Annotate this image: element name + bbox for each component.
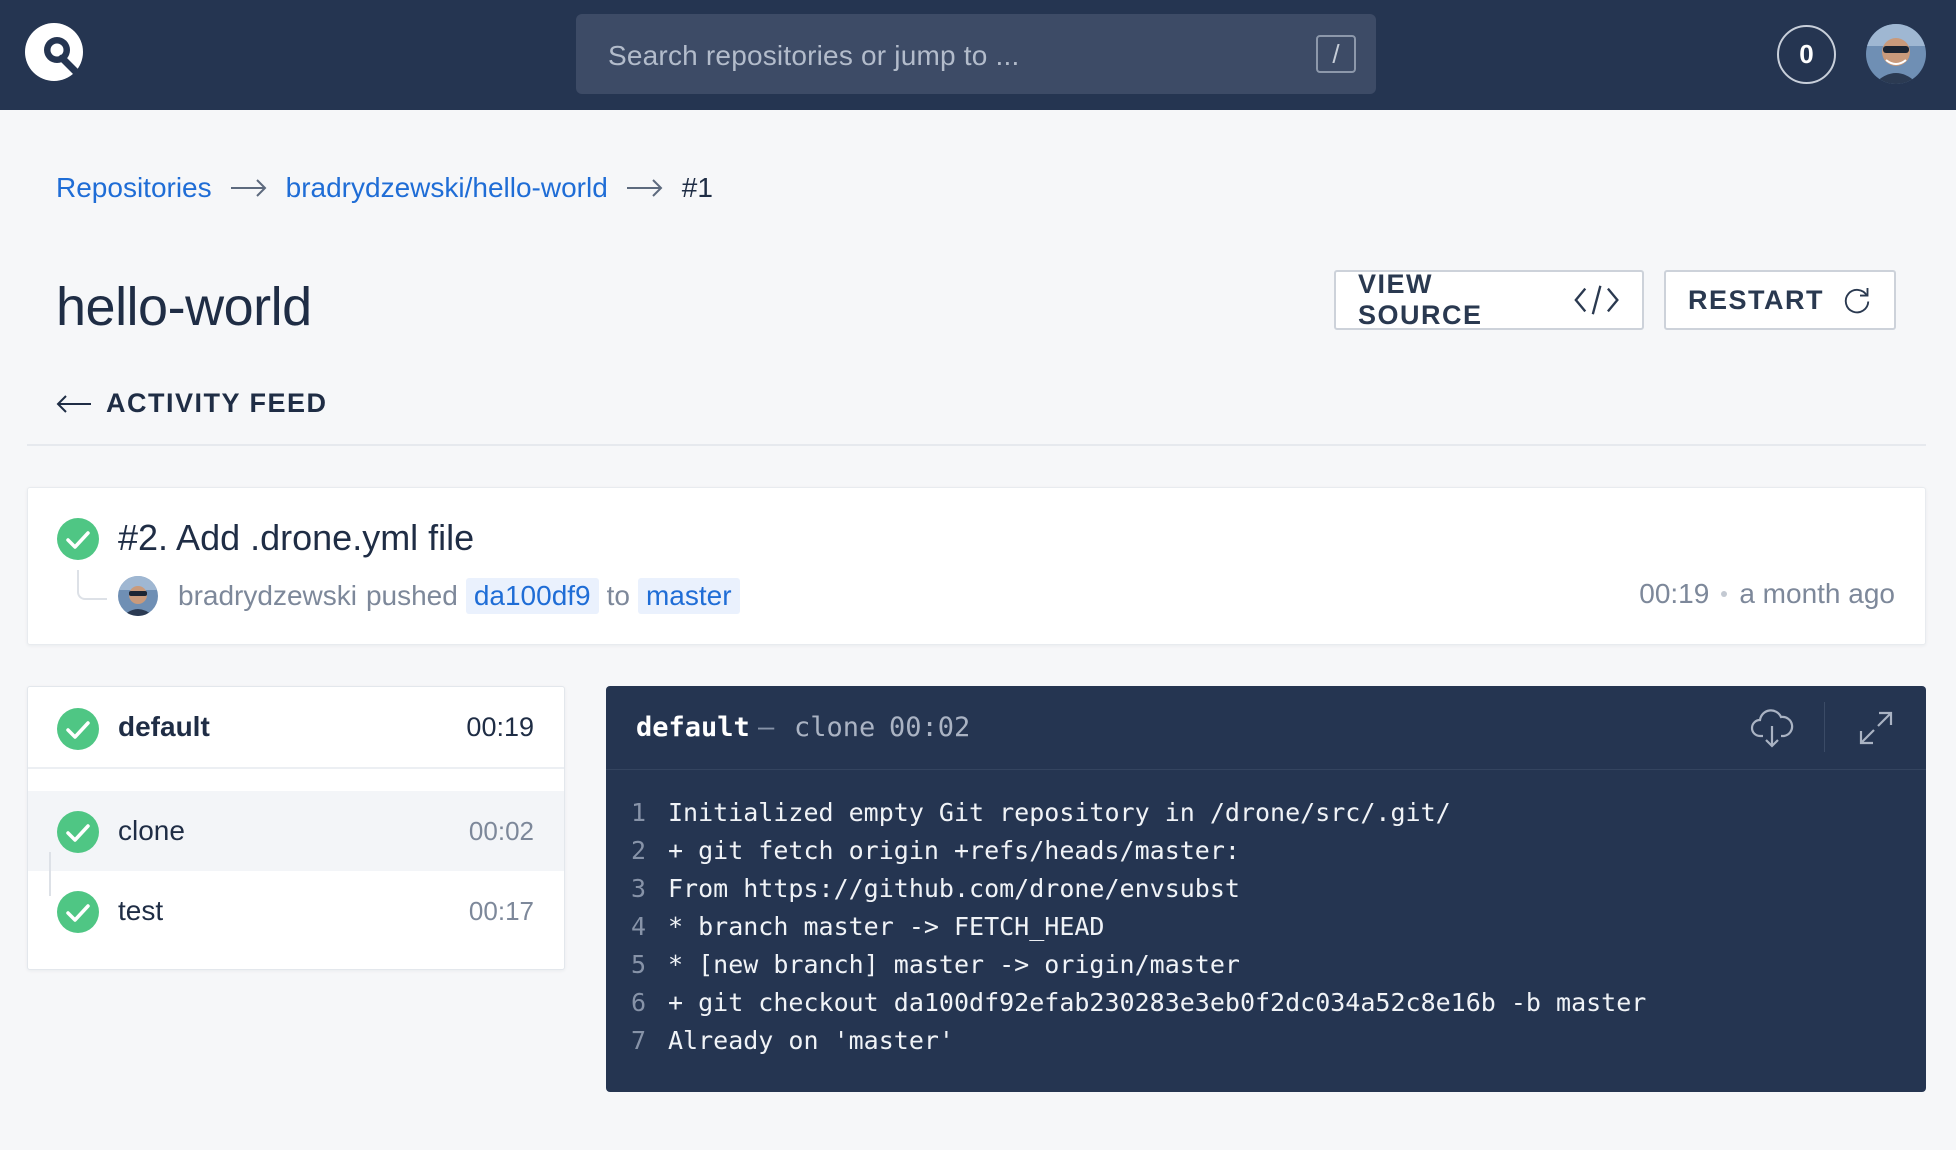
branch-link[interactable]: master xyxy=(637,578,740,614)
log-stage-name: default xyxy=(636,712,750,743)
stage-name: default xyxy=(118,711,210,742)
search-shortcut-key: / xyxy=(1316,35,1356,73)
log-line-number[interactable]: 4 xyxy=(606,908,668,946)
commit-sha-link[interactable]: da100df9 xyxy=(465,578,599,614)
log-line: 1 Initialized empty Git repository in /dr… xyxy=(606,794,1926,832)
view-source-button[interactable]: VIEW SOURCE xyxy=(1334,269,1644,330)
log-line: 2 + git fetch origin +refs/heads/master: xyxy=(606,832,1926,870)
log-panel: default — clone 00:02 1 Initialized empty… xyxy=(606,686,1926,1092)
breadcrumb-repositories[interactable]: Repositories xyxy=(56,172,212,204)
activity-feed-label: ACTIVITY FEED xyxy=(106,388,328,418)
code-icon xyxy=(1574,285,1619,315)
step-duration: 00:02 xyxy=(468,816,534,846)
search-bar[interactable]: Search repositories or jump to ... / xyxy=(576,14,1376,94)
breadcrumb-repo[interactable]: bradrydzewski/hello-world xyxy=(286,172,608,204)
log-line-text: * [new branch] master -> origin/master xyxy=(668,950,1240,979)
log-step-time: 00:02 xyxy=(889,712,971,743)
stage-header[interactable]: default 00:19 xyxy=(28,687,564,769)
arrow-left-icon xyxy=(56,394,91,413)
top-nav-bar: Search repositories or jump to ... / 0 xyxy=(0,0,1956,110)
log-line-text: + git checkout da100df92efab230283e3eb0f… xyxy=(668,988,1647,1017)
build-summary-card: #2. Add .drone.yml file bradrydzewski pu… xyxy=(27,487,1926,645)
breadcrumb-current: #1 xyxy=(681,172,713,203)
build-title[interactable]: #2. Add .drone.yml file xyxy=(118,517,474,559)
log-line: 5 * [new branch] master -> origin/master xyxy=(606,946,1926,984)
user-avatar[interactable] xyxy=(1866,24,1926,84)
stage-duration: 00:19 xyxy=(466,712,534,742)
log-line-number[interactable]: 3 xyxy=(606,870,668,908)
build-to-word: to xyxy=(606,580,630,611)
success-check-icon xyxy=(57,518,99,560)
restart-label: RESTART xyxy=(1688,284,1824,315)
section-divider xyxy=(27,444,1926,446)
build-duration: 00:19 xyxy=(1639,578,1710,609)
success-check-icon xyxy=(57,811,99,853)
log-line-text: * branch master -> FETCH_HEAD xyxy=(668,912,1105,941)
step-item-clone[interactable]: clone 00:02 xyxy=(28,791,564,871)
log-header-divider xyxy=(1824,702,1825,752)
log-line: 6 + git checkout da100df92efab230283e3eb0… xyxy=(606,984,1926,1022)
success-check-icon xyxy=(57,891,99,933)
build-meta: bradrydzewski pushed da100df9 to master xyxy=(178,578,748,614)
arrow-right-icon xyxy=(230,179,267,197)
log-step-name: clone xyxy=(794,712,876,743)
log-lines: 1 Initialized empty Git repository in /dr… xyxy=(606,794,1926,1060)
log-line-text: + git fetch origin +refs/heads/master: xyxy=(668,836,1240,865)
success-check-icon xyxy=(57,708,99,750)
log-separator: — xyxy=(758,712,775,743)
build-action: pushed xyxy=(365,580,458,611)
separator-dot xyxy=(1721,591,1728,597)
log-line: 3 From https://github.com/drone/envsubst xyxy=(606,870,1926,908)
log-line-number[interactable]: 5 xyxy=(606,946,668,984)
stages-panel: default 00:19 clone 00:02 test 00:17 xyxy=(27,686,565,970)
log-line-number[interactable]: 6 xyxy=(606,984,668,1022)
build-author: bradrydzewski xyxy=(178,580,357,611)
log-line-number[interactable]: 2 xyxy=(606,832,668,870)
log-line-text: Already on 'master' xyxy=(668,1026,954,1055)
breadcrumb: Repositories bradrydzewski/hello-world #… xyxy=(56,172,713,204)
author-avatar xyxy=(118,576,158,616)
restart-icon xyxy=(1844,288,1870,314)
expand-icon[interactable] xyxy=(1858,710,1894,746)
log-line: 4 * branch master -> FETCH_HEAD xyxy=(606,908,1926,946)
step-item-test[interactable]: test 00:17 xyxy=(28,871,564,951)
search-placeholder[interactable]: Search repositories or jump to ... xyxy=(608,40,1019,72)
log-line-number[interactable]: 7 xyxy=(606,1022,668,1060)
log-line-number[interactable]: 1 xyxy=(606,794,668,832)
notification-count-badge[interactable]: 0 xyxy=(1777,25,1836,84)
build-time-ago: a month ago xyxy=(1739,578,1895,609)
step-connector-line xyxy=(49,852,51,896)
log-line-text: From https://github.com/drone/envsubst xyxy=(668,874,1240,903)
build-timing: 00:19 a month ago xyxy=(1639,578,1895,610)
step-name: test xyxy=(118,895,164,926)
page-title: hello-world xyxy=(56,277,312,337)
download-cloud-icon[interactable] xyxy=(1750,706,1794,750)
restart-button[interactable]: RESTART xyxy=(1664,270,1896,330)
activity-feed-link[interactable]: ACTIVITY FEED xyxy=(56,388,328,419)
step-name: clone xyxy=(118,815,185,846)
arrow-right-icon xyxy=(626,179,663,197)
step-duration: 00:17 xyxy=(468,896,534,926)
log-line: 7 Already on 'master' xyxy=(606,1022,1926,1060)
drone-logo-icon[interactable] xyxy=(24,22,88,86)
tree-connector xyxy=(77,570,107,600)
log-line-text: Initialized empty Git repository in /dro… xyxy=(668,798,1451,827)
log-header: default — clone 00:02 xyxy=(606,686,1926,770)
view-source-label: VIEW SOURCE xyxy=(1358,269,1483,330)
